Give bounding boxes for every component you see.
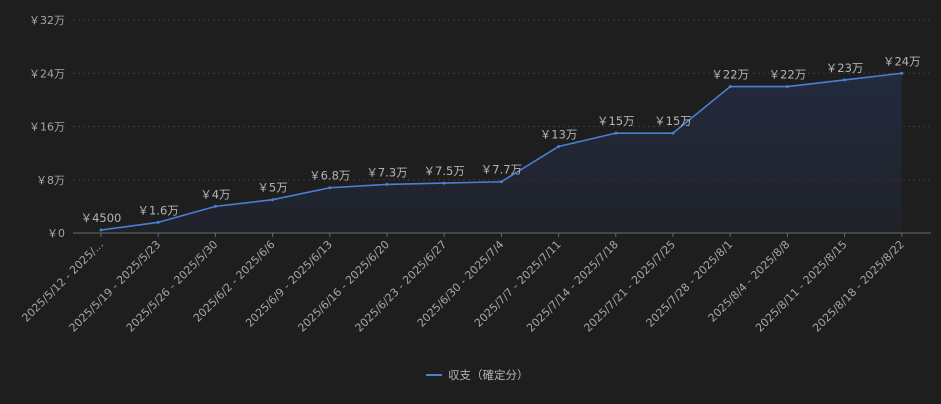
y-tick-label: ￥24万 bbox=[29, 67, 65, 80]
data-label: ￥22万 bbox=[769, 68, 807, 82]
data-label: ￥15万 bbox=[597, 114, 635, 128]
y-tick-label: ￥16万 bbox=[29, 121, 65, 134]
legend-label: 収支（確定分） bbox=[448, 368, 529, 382]
data-label: ￥6.8万 bbox=[309, 169, 350, 183]
data-label: ￥23万 bbox=[826, 61, 864, 75]
data-label: ￥7.3万 bbox=[366, 165, 407, 179]
data-point[interactable] bbox=[442, 181, 446, 185]
data-point[interactable] bbox=[728, 85, 732, 89]
y-axis: ￥0 ￥8万 ￥16万 ￥24万 ￥32万 bbox=[29, 14, 65, 240]
y-tick-label: ￥8万 bbox=[36, 174, 65, 187]
data-label: ￥13万 bbox=[540, 127, 578, 141]
data-point[interactable] bbox=[671, 131, 675, 135]
data-point[interactable] bbox=[900, 71, 904, 75]
data-point[interactable] bbox=[156, 220, 160, 224]
data-label: ￥15万 bbox=[654, 114, 692, 128]
series-area bbox=[101, 73, 902, 233]
data-point[interactable] bbox=[557, 144, 561, 148]
data-label: ￥24万 bbox=[883, 54, 921, 68]
data-point[interactable] bbox=[843, 78, 847, 82]
x-axis: 2025/5/12 - 2025/...2025/5/19 - 2025/5/2… bbox=[19, 232, 931, 335]
data-point[interactable] bbox=[499, 180, 503, 184]
data-point[interactable] bbox=[385, 182, 389, 186]
data-label: ￥5万 bbox=[257, 181, 287, 195]
data-point[interactable] bbox=[614, 131, 618, 135]
y-tick-label: ￥0 bbox=[47, 227, 65, 240]
data-label: ￥4万 bbox=[200, 187, 230, 201]
data-point[interactable] bbox=[271, 198, 275, 202]
data-label: ￥22万 bbox=[711, 68, 749, 82]
data-point[interactable] bbox=[213, 204, 217, 208]
area-fill bbox=[101, 73, 902, 233]
legend: 収支（確定分） bbox=[426, 368, 529, 382]
data-label: ￥4500 bbox=[81, 211, 122, 225]
y-tick-label: ￥32万 bbox=[29, 14, 65, 27]
data-label: ￥7.7万 bbox=[481, 163, 522, 177]
data-label: ￥1.6万 bbox=[138, 203, 179, 217]
revenue-chart: ￥0 ￥8万 ￥16万 ￥24万 ￥32万 2025/5/12 - 2025/...20… bbox=[19, 14, 931, 382]
data-point[interactable] bbox=[785, 85, 789, 89]
data-point[interactable] bbox=[99, 228, 103, 232]
legend-item[interactable]: 収支（確定分） bbox=[426, 368, 529, 382]
data-point[interactable] bbox=[328, 186, 332, 190]
data-label: ￥7.5万 bbox=[424, 164, 465, 178]
